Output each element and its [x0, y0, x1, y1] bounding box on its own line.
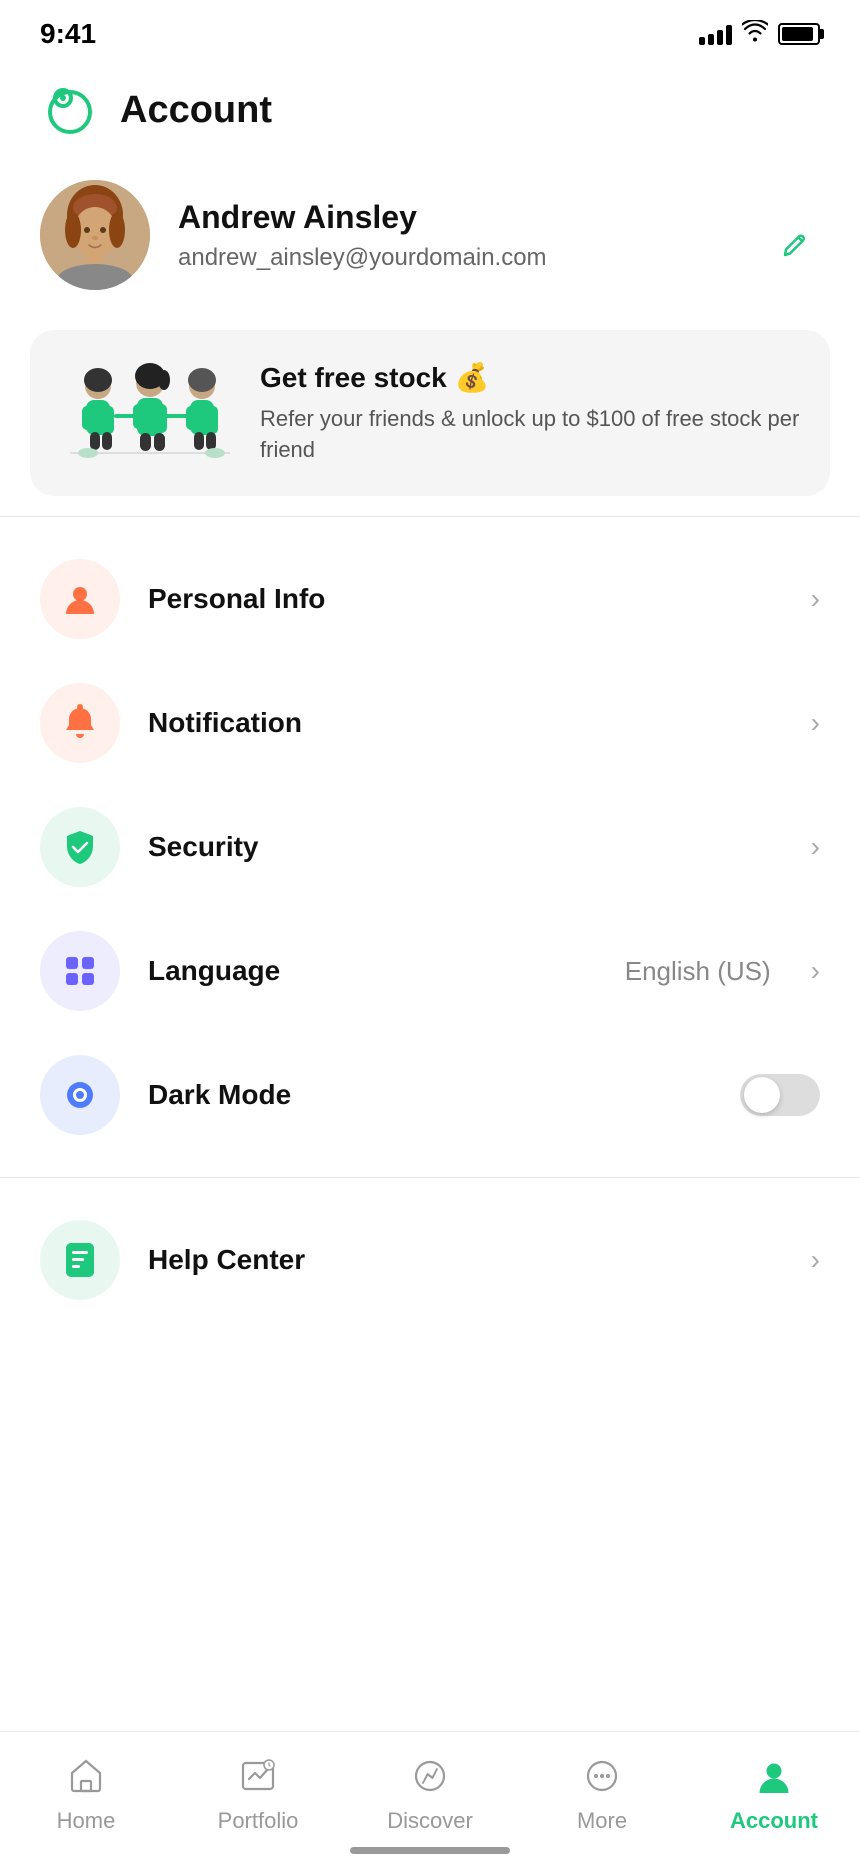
referral-illustration: [60, 358, 240, 468]
nav-label-more: More: [577, 1808, 627, 1834]
nav-item-portfolio[interactable]: Portfolio: [198, 1752, 318, 1834]
personal-info-label: Personal Info: [148, 583, 783, 615]
home-indicator: [350, 1847, 510, 1854]
app-logo: [40, 80, 100, 140]
language-label: Language: [148, 955, 597, 987]
battery-icon: [778, 23, 820, 45]
help-center-chevron: ›: [811, 1244, 820, 1276]
help-center-label: Help Center: [148, 1244, 783, 1276]
notification-icon-wrap: [40, 683, 120, 763]
more-icon: [578, 1752, 626, 1800]
nav-item-more[interactable]: More: [542, 1752, 662, 1834]
wifi-icon: [742, 20, 768, 48]
account-nav-icon: [750, 1752, 798, 1800]
nav-label-discover: Discover: [387, 1808, 473, 1834]
nav-label-account: Account: [730, 1808, 818, 1834]
profile-email: andrew_ainsley@yourdomain.com: [178, 244, 820, 272]
nav-item-account[interactable]: Account: [714, 1752, 834, 1834]
menu-item-personal-info[interactable]: Personal Info ›: [0, 537, 860, 661]
signal-icon: [699, 23, 732, 45]
nav-item-home[interactable]: Home: [26, 1752, 146, 1834]
language-icon-wrap: [40, 931, 120, 1011]
security-icon-wrap: [40, 807, 120, 887]
referral-banner[interactable]: Get free stock 💰 Refer your friends & un…: [30, 330, 830, 496]
home-icon: [62, 1752, 110, 1800]
page-header: Account: [0, 60, 860, 170]
notification-chevron: ›: [811, 707, 820, 739]
menu-item-notification[interactable]: Notification ›: [0, 661, 860, 785]
help-menu-list: Help Center ›: [0, 1188, 860, 1332]
bottom-navigation: Home Portfolio Discover: [0, 1731, 860, 1864]
toggle-knob: [744, 1077, 780, 1113]
section-divider-1: [0, 516, 860, 517]
darkmode-label: Dark Mode: [148, 1079, 712, 1111]
security-label: Security: [148, 831, 783, 863]
menu-list: Personal Info › Notification ›: [0, 527, 860, 1167]
nav-item-discover[interactable]: Discover: [370, 1752, 490, 1834]
darkmode-icon-wrap: [40, 1055, 120, 1135]
menu-item-help-center[interactable]: Help Center ›: [0, 1198, 860, 1322]
menu-item-dark-mode[interactable]: Dark Mode: [0, 1033, 860, 1157]
status-bar: 9:41: [0, 0, 860, 60]
nav-label-portfolio: Portfolio: [218, 1808, 299, 1834]
personal-info-icon-wrap: [40, 559, 120, 639]
help-center-icon-wrap: [40, 1220, 120, 1300]
portfolio-icon: [234, 1752, 282, 1800]
darkmode-toggle[interactable]: [740, 1074, 820, 1116]
nav-label-home: Home: [57, 1808, 116, 1834]
status-time: 9:41: [40, 18, 96, 50]
section-divider-2: [0, 1177, 860, 1178]
referral-text: Get free stock 💰 Refer your friends & un…: [260, 361, 800, 466]
referral-description: Refer your friends & unlock up to $100 o…: [260, 404, 800, 466]
notification-label: Notification: [148, 707, 783, 739]
referral-title: Get free stock 💰: [260, 361, 800, 394]
status-icons: [699, 20, 820, 48]
menu-item-security[interactable]: Security ›: [0, 785, 860, 909]
profile-section: Andrew Ainsley andrew_ainsley@yourdomain…: [0, 170, 860, 320]
profile-name: Andrew Ainsley: [178, 199, 820, 236]
language-chevron: ›: [811, 955, 820, 987]
discover-icon: [406, 1752, 454, 1800]
menu-item-language[interactable]: Language English (US) ›: [0, 909, 860, 1033]
avatar: [40, 180, 150, 290]
page-title: Account: [120, 89, 272, 132]
language-value: English (US): [625, 956, 771, 987]
security-chevron: ›: [811, 831, 820, 863]
profile-info: Andrew Ainsley andrew_ainsley@yourdomain…: [178, 199, 820, 272]
personal-info-chevron: ›: [811, 583, 820, 615]
edit-profile-button[interactable]: [770, 220, 820, 270]
